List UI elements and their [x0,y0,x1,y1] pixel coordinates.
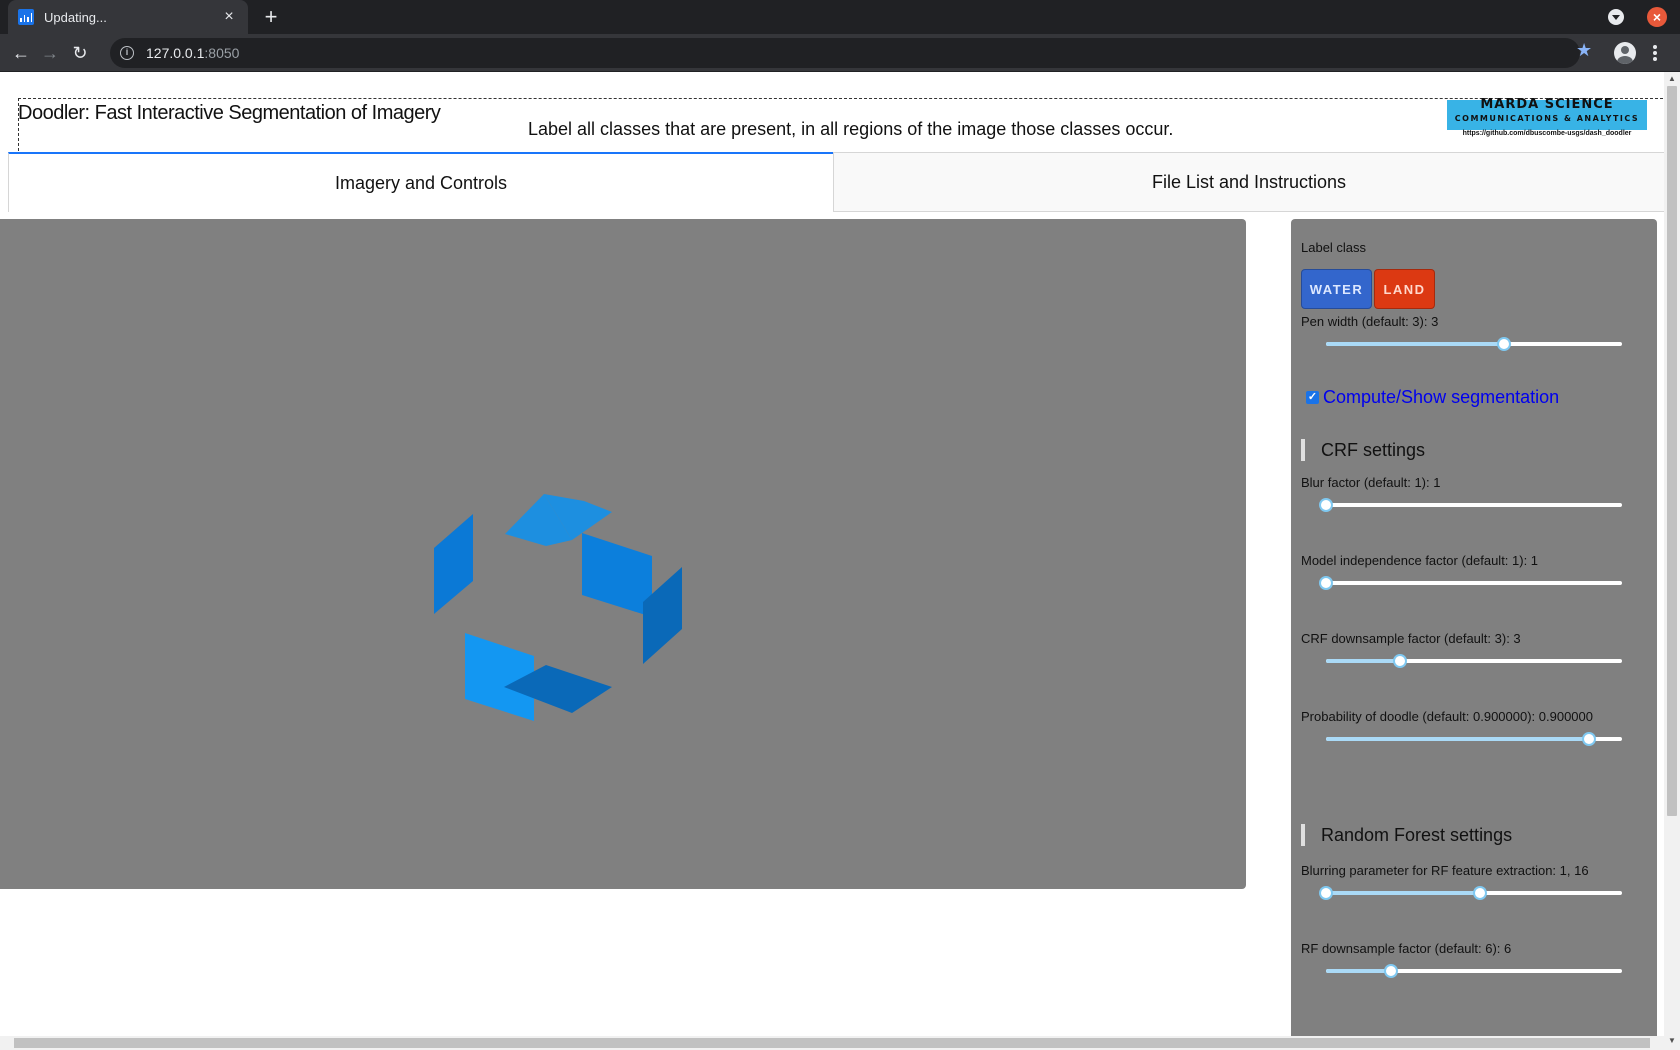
spinner-cube-face [582,533,652,617]
window-close-button[interactable]: × [1647,7,1667,27]
crf-settings-heading: CRF settings [1301,439,1425,461]
rf-blur-label: Blurring parameter for RF feature extrac… [1301,863,1589,878]
probability-of-doodle-label: Probability of doodle (default: 0.900000… [1301,709,1593,724]
slider-handle[interactable] [1582,732,1597,746]
rf-blur-range-slider[interactable] [1319,886,1622,900]
rf-downsample-label: RF downsample factor (default: 6): 6 [1301,941,1512,956]
tab-title: Updating... [44,9,107,25]
page-content: Doodler: Fast Interactive Segmentation o… [0,72,1680,1050]
horizontal-scrollbar[interactable] [0,1036,1664,1050]
model-independence-label: Model independence factor (default: 1): … [1301,553,1539,568]
controls-panel: Label class WATER LAND Pen width (defaul… [1291,219,1657,1050]
rf-downsample-slider[interactable] [1326,964,1622,978]
loading-spinner-icon [434,494,682,721]
reload-icon[interactable]: ↻ [67,40,93,66]
browser-toolbar: ← → ↻ i 127.0.0.1:8050 ★ [0,34,1680,72]
probability-of-doodle-slider[interactable] [1326,732,1622,746]
back-arrow-icon[interactable]: ← [8,40,34,66]
slider-rail [1326,581,1622,585]
segmentation-checkbox[interactable]: ✓ [1306,391,1319,404]
slider-handle[interactable] [1393,654,1407,668]
marda-science-logo: MARDA SCIENCE COMMUNICATIONS & ANALYTICS… [1447,97,1647,137]
slider-track [1326,891,1480,895]
vertical-scroll-thumb[interactable] [1667,86,1677,816]
address-bar[interactable]: i 127.0.0.1:8050 [110,38,1580,68]
class-button-land[interactable]: LAND [1374,269,1435,309]
slider-track [1326,659,1400,663]
scroll-up-icon[interactable]: ▲ [1668,74,1676,83]
slider-handle[interactable] [1496,337,1511,351]
blur-factor-label: Blur factor (default: 1): 1 [1301,475,1441,490]
blur-factor-slider[interactable] [1319,498,1622,512]
image-canvas[interactable] [0,219,1246,889]
bookmark-star-icon[interactable]: ★ [1576,40,1592,61]
site-info-icon[interactable]: i [120,46,134,60]
pen-width-label: Pen width (default: 3): 3 [1301,314,1439,329]
slider-track [1326,342,1504,346]
new-tab-button[interactable]: + [258,4,284,30]
logo-url: https://github.com/dbuscombe-usgs/dash_d… [1462,130,1632,137]
slider-track [1326,737,1590,741]
random-forest-settings-heading: Random Forest settings [1301,824,1512,846]
tab-imagery-and-controls[interactable]: Imagery and Controls [8,152,833,212]
browser-tab[interactable]: Updating... × [8,0,248,34]
profile-avatar-icon[interactable] [1614,42,1636,64]
scroll-down-icon[interactable]: ▼ [1668,1036,1676,1045]
class-button-water[interactable]: WATER [1301,269,1372,309]
segmentation-label[interactable]: Compute/Show segmentation [1323,387,1559,408]
tab-close-icon[interactable]: × [220,8,238,26]
slider-handle[interactable] [1319,576,1333,590]
slider-handle[interactable] [1319,498,1333,512]
url-host: 127.0.0.1 [146,45,205,61]
vertical-scrollbar[interactable]: ▲ ▼ [1664,72,1680,1050]
logo-title: MARDA SCIENCE [1480,97,1614,112]
slider-handle[interactable] [1384,964,1399,978]
chart-favicon-icon [18,9,34,25]
app-title: Doodler: Fast Interactive Segmentation o… [18,102,441,124]
crf-downsample-label: CRF downsample factor (default: 3): 3 [1301,631,1521,646]
slider-track [1326,969,1392,973]
slider-rail [1326,503,1622,507]
url-port: :8050 [204,45,240,61]
browser-menu-icon[interactable] [1652,43,1658,63]
slider-handle-high[interactable] [1472,886,1487,900]
browser-tabstrip: Updating... × + × [0,0,1680,34]
tab-file-list-and-instructions[interactable]: File List and Instructions [833,152,1665,212]
logo-subtitle: COMMUNICATIONS & ANALYTICS [1454,114,1640,123]
horizontal-scroll-thumb[interactable] [14,1038,1650,1048]
tab-search-icon[interactable] [1608,9,1624,25]
instruction-text: Label all classes that are present, in a… [528,119,1174,139]
model-independence-slider[interactable] [1319,576,1622,590]
spinner-cube-face [434,514,473,614]
segmentation-toggle[interactable]: ✓ Compute/Show segmentation [1306,387,1559,408]
crf-downsample-slider[interactable] [1326,654,1622,668]
label-class-title: Label class [1301,240,1367,255]
slider-handle-low[interactable] [1319,886,1333,900]
forward-arrow-icon[interactable]: → [37,40,63,66]
pen-width-slider[interactable] [1326,337,1622,351]
